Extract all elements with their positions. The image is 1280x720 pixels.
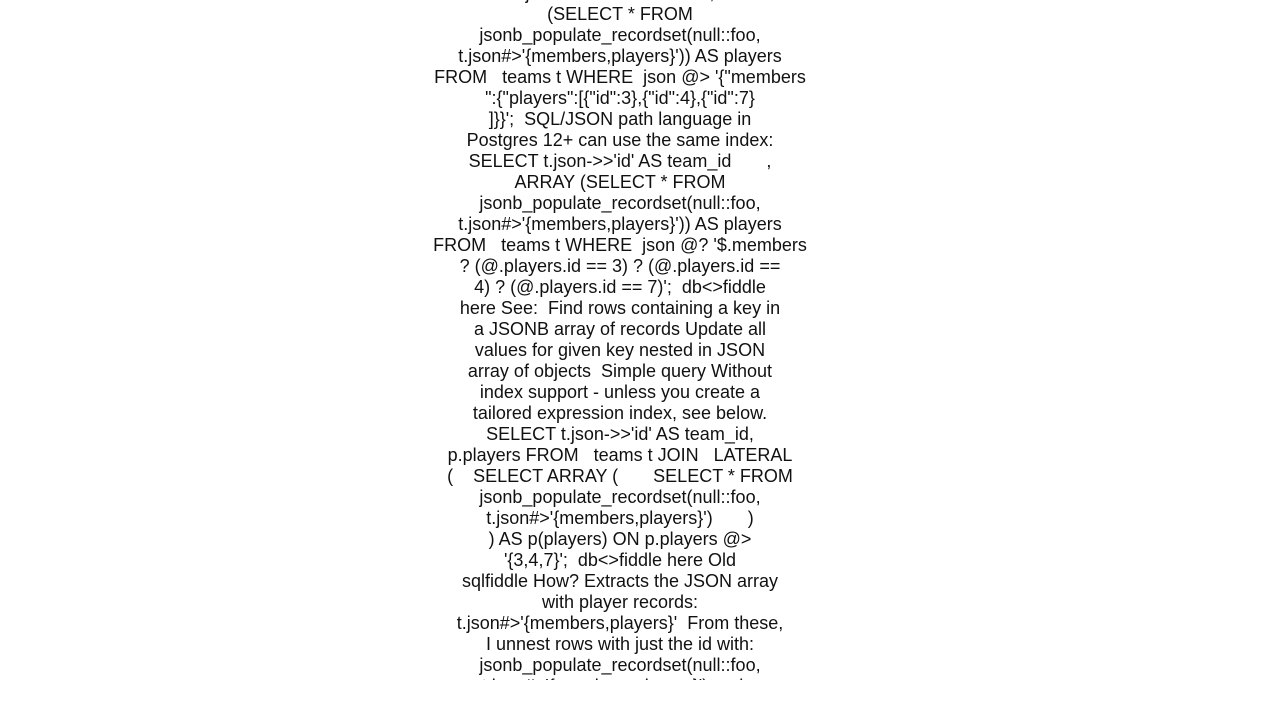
text-line: jsonb_populate_recordset(null::foo, xyxy=(479,25,761,45)
text-line: t.json#>'{members,players}')) AS players xyxy=(458,214,782,234)
text-line: ? (@.players.id == 3) ? (@.players.id == xyxy=(459,256,781,276)
text-line: ) AS p(players) ON p.players @> xyxy=(488,529,752,549)
text-line: t.json#>'{members,players}' From these, xyxy=(456,613,784,633)
text-line: with player records: xyxy=(541,592,699,612)
document-text: j ,(SELECT * FROMjsonb_populate_recordse… xyxy=(420,0,820,680)
text-line: ARRAY (SELECT * FROM xyxy=(514,172,726,192)
text-line: sqlfiddle How? Extracts the JSON array xyxy=(461,571,779,591)
text-line: t.json#>'{members,players}') ) xyxy=(486,508,754,528)
text-line: FROM teams t WHERE json @> '{"members xyxy=(434,67,806,87)
text-line: '{3,4,7}'; db<>fiddle here Old xyxy=(503,550,737,570)
text-line: jsonb_populate_recordset(null::foo, xyxy=(479,193,761,213)
text-line: I unnest rows with just the id with: xyxy=(485,634,755,654)
text-line: jsonb_populate_recordset(null::foo, xyxy=(479,655,761,675)
text-line: jsonb_populate_recordset(null::foo, xyxy=(479,487,761,507)
text-line: tailored expression index, see below. xyxy=(472,403,768,423)
text-line: 4) ? (@.players.id == 7)'; db<>fiddle xyxy=(474,277,766,297)
text-line: (SELECT * FROM xyxy=(547,4,693,24)
text-line: ( SELECT ARRAY ( SELECT * FROM xyxy=(447,466,793,486)
text-line: FROM teams t WHERE json @? '$.members xyxy=(433,235,807,255)
text-line: here See: Find rows containing a key in xyxy=(459,298,781,318)
text-line: values for given key nested in JSON xyxy=(474,340,766,360)
text-line: array of objects Simple query Without xyxy=(467,361,773,381)
text-line: t.json#>'{members,players}')) AS players xyxy=(458,46,782,66)
text-line: Postgres 12+ can use the same index: xyxy=(466,130,774,150)
text-line: SELECT t.json->>'id' AS team_id , xyxy=(468,151,772,171)
document-viewport: j ,(SELECT * FROMjsonb_populate_recordse… xyxy=(0,0,1280,680)
text-line: ":{"players":[{"id":3},{"id":4},{"id":7} xyxy=(485,88,755,108)
text-line: SELECT t.json->>'id' AS team_id, xyxy=(486,424,754,444)
text-line: index support - unless you create a xyxy=(479,382,761,402)
text-line: ]}}'; SQL/JSON path language in xyxy=(488,109,752,129)
text-line: t.json#>'{members,players}') and... xyxy=(420,676,820,680)
text-line: p.players FROM teams t JOIN LATERAL xyxy=(447,445,793,465)
text-line: a JSONB array of records Update all xyxy=(473,319,767,339)
